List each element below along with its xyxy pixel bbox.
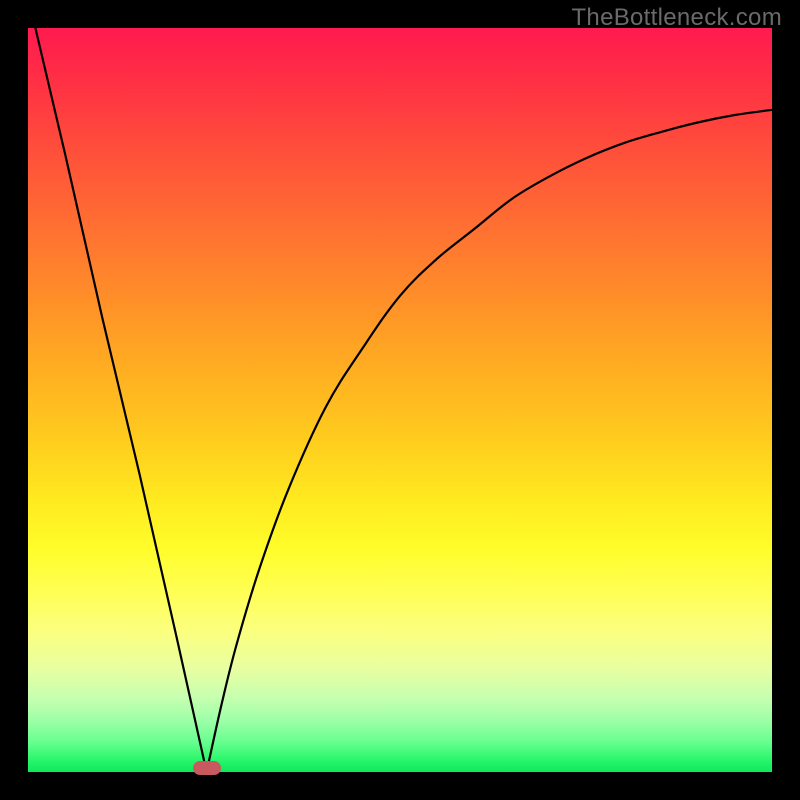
curve-right-branch bbox=[207, 110, 772, 772]
chart-frame: TheBottleneck.com bbox=[0, 0, 800, 800]
optimum-marker bbox=[193, 761, 221, 775]
bottleneck-curve bbox=[28, 28, 772, 772]
curve-left-branch bbox=[35, 28, 206, 772]
plot-area bbox=[28, 28, 772, 772]
